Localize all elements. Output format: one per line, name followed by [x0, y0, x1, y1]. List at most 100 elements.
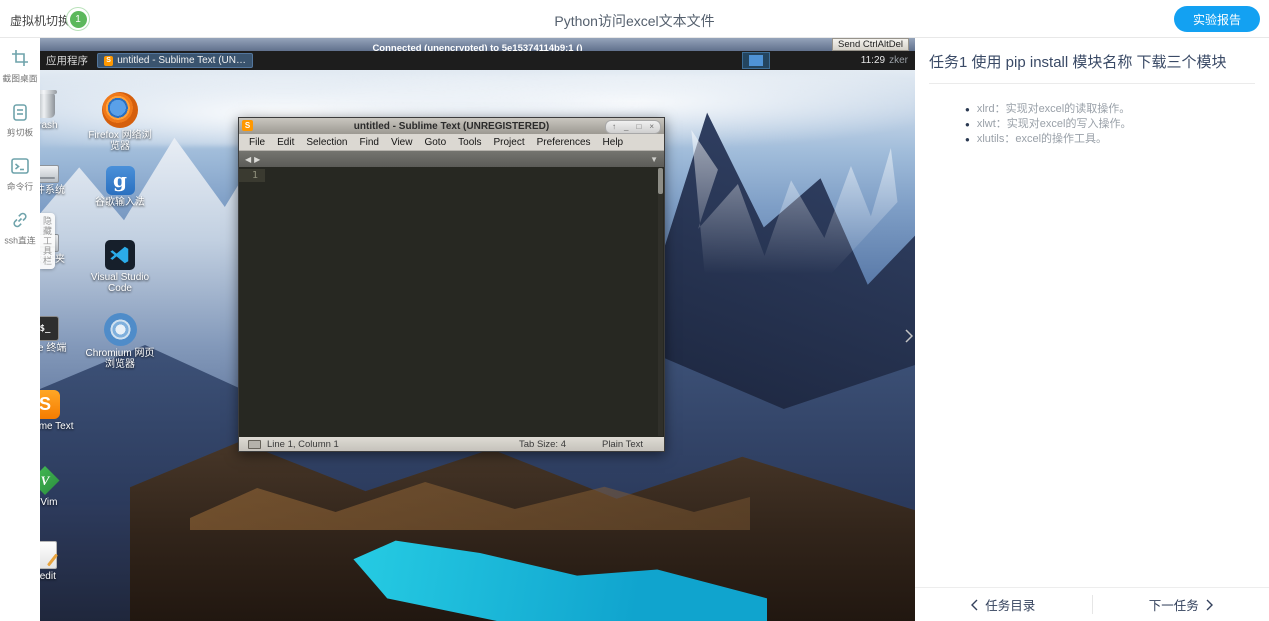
- sublime-window: S untitled - Sublime Text (UNREGISTERED)…: [238, 117, 665, 452]
- sidebar-item-label: ssh直连: [2, 233, 37, 246]
- maximize-button[interactable]: □: [636, 122, 641, 132]
- desktop-icon-label: 谷歌输入法: [85, 197, 155, 208]
- statusbar-icon: [248, 440, 261, 449]
- desktop-icon-trash[interactable]: Trash: [40, 93, 80, 131]
- menu-file[interactable]: File: [243, 137, 271, 148]
- workspace-switcher[interactable]: [742, 52, 770, 69]
- applications-menu[interactable]: 应用程序: [41, 53, 93, 68]
- desktop-icon-label: Firefox 网络浏览器: [85, 130, 155, 152]
- sidebar-item-terminal[interactable]: 命令行: [0, 156, 40, 193]
- hide-toolbar-label: 隐藏工具栏: [41, 216, 54, 266]
- sublime-icon: S: [104, 56, 113, 66]
- menu-preferences[interactable]: Preferences: [531, 137, 597, 148]
- chromium-icon: [104, 313, 137, 346]
- desktop-icon-filesystem[interactable]: 文件系统: [40, 165, 80, 196]
- desktop-icon-xfce-terminal[interactable]: $_ Xfce 终端: [40, 316, 80, 354]
- menu-find[interactable]: Find: [354, 137, 385, 148]
- menu-view[interactable]: View: [385, 137, 419, 148]
- top-header: 虚拟机切换 1 Python访问excel文本文件 实验报告: [0, 0, 1269, 38]
- vnc-viewport: Connected (unencrypted) to 5e15374114b9:…: [40, 38, 915, 621]
- chevron-left-icon: [971, 599, 978, 611]
- sublime-editor[interactable]: 1: [239, 167, 664, 437]
- terminal-app-icon: $_: [40, 316, 59, 341]
- desktop-icon-label: Sublime Text: [40, 421, 80, 432]
- taskbar-window-title: untitled - Sublime Text (UN…: [117, 55, 246, 66]
- sidebar-item-clipboard[interactable]: 剪切板: [0, 102, 40, 139]
- desktop-icon-google-pinyin[interactable]: g 谷歌输入法: [85, 166, 155, 208]
- minimize-button[interactable]: _: [624, 122, 628, 132]
- taskbar-clock: 11:29 zker: [861, 51, 908, 70]
- sidebar-item-label: 剪切板: [2, 125, 37, 138]
- syntax-status[interactable]: Plain Text: [602, 439, 643, 450]
- menu-goto[interactable]: Goto: [418, 137, 452, 148]
- tab-overflow-icon[interactable]: ▼: [650, 155, 658, 164]
- editor-scrollbar[interactable]: [658, 168, 663, 436]
- sublime-statusbar: Line 1, Column 1 Tab Size: 4 Plain Text: [239, 437, 664, 451]
- desktop-icon-gedit[interactable]: gedit: [40, 541, 80, 582]
- desktop-area[interactable]: Trash 文件系统 主文件夹 $_ Xfce 终端 S Sublime Tex…: [40, 70, 915, 621]
- hide-toolbar-tab[interactable]: 隐藏工具栏: [40, 213, 55, 269]
- gedit-icon: [40, 541, 57, 569]
- desktop-taskbar: 应用程序 S untitled - Sublime Text (UN… 11:2…: [40, 51, 915, 70]
- menu-selection[interactable]: Selection: [300, 137, 353, 148]
- task-item-text: xlwt：实现对excel的写入操作。: [977, 117, 1132, 132]
- desktop-icon-label: Trash: [40, 120, 80, 131]
- sublime-icon: S: [40, 390, 60, 419]
- desktop-icon-label: GVim: [40, 497, 80, 508]
- cursor-position-status[interactable]: Line 1, Column 1: [267, 439, 339, 450]
- desktop-icon-gvim[interactable]: V GVim: [40, 466, 80, 508]
- menu-tools[interactable]: Tools: [452, 137, 487, 148]
- menu-project[interactable]: Project: [488, 137, 531, 148]
- next-task-label: 下一任务: [1149, 595, 1199, 614]
- tab-scroll-arrows[interactable]: ◀▶: [245, 155, 263, 164]
- desktop-icon-label: Chromium 网页浏览器: [85, 348, 155, 370]
- task-title: 任务1 使用 pip install 模块名称 下载三个模块: [929, 51, 1255, 72]
- task-item-text: xlutils：excel的操作工具。: [977, 132, 1107, 147]
- tab-size-status[interactable]: Tab Size: 4: [519, 439, 566, 450]
- chevron-right-icon: [1206, 599, 1213, 611]
- desktop-icon-chromium[interactable]: Chromium 网页浏览器: [85, 313, 155, 370]
- next-task-link[interactable]: 下一任务: [1093, 588, 1269, 621]
- send-ctrl-alt-del-button[interactable]: Send CtrlAltDel: [832, 38, 909, 51]
- close-button[interactable]: ×: [649, 122, 654, 132]
- sidebar-item-screenshot[interactable]: 截图桌面: [0, 48, 40, 85]
- sidebar-item-label: 截图桌面: [2, 71, 37, 84]
- logged-user: zker: [889, 55, 908, 66]
- crop-icon: [10, 48, 30, 68]
- menu-help[interactable]: Help: [597, 137, 630, 148]
- task-item-text: xlrd：实现对excel的读取操作。: [977, 102, 1130, 117]
- experiment-report-button[interactable]: 实验报告: [1174, 6, 1260, 32]
- trash-icon: [40, 93, 55, 118]
- bullet-icon: ●: [965, 132, 970, 147]
- google-pinyin-icon: g: [106, 166, 135, 195]
- panel-collapse-handle[interactable]: [903, 323, 915, 349]
- menu-edit[interactable]: Edit: [271, 137, 300, 148]
- desktop-icon-sublime[interactable]: S Sublime Text: [40, 390, 80, 432]
- desktop-icon-label: 文件系统: [40, 185, 80, 196]
- sublime-tabstrip: ◀▶ ▼: [239, 151, 664, 167]
- sublime-icon: S: [242, 120, 253, 131]
- window-title: untitled - Sublime Text (UNREGISTERED): [239, 121, 664, 132]
- taskbar-window-sublime[interactable]: S untitled - Sublime Text (UN…: [97, 53, 253, 68]
- wallpaper-foreground-slopes: [130, 430, 915, 621]
- bullet-icon: ●: [965, 102, 970, 117]
- list-item: ● xlrd：实现对excel的读取操作。: [965, 102, 1253, 117]
- terminal-icon: [10, 156, 30, 176]
- desktop-icon-vscode[interactable]: Visual Studio Code: [85, 240, 155, 294]
- sublime-titlebar[interactable]: S untitled - Sublime Text (UNREGISTERED)…: [239, 118, 664, 134]
- sidebar-item-ssh[interactable]: ssh直连: [0, 210, 40, 247]
- sidebar-item-label: 命令行: [2, 179, 37, 192]
- list-item: ● xlwt：实现对excel的写入操作。: [965, 117, 1253, 132]
- desktop-icon-label: Xfce 终端: [40, 343, 80, 354]
- scrollbar-thumb[interactable]: [658, 168, 663, 194]
- sublime-menubar: File Edit Selection Find View Goto Tools…: [239, 134, 664, 151]
- task-catalog-link[interactable]: 任务目录: [915, 588, 1092, 621]
- workspace-icon: [749, 55, 763, 66]
- line-number: 1: [239, 169, 265, 182]
- clipboard-icon: [10, 102, 30, 122]
- firefox-icon: [102, 92, 138, 128]
- shade-button[interactable]: ↑: [612, 122, 616, 132]
- desktop-icon-firefox[interactable]: Firefox 网络浏览器: [85, 92, 155, 152]
- bullet-icon: ●: [965, 117, 970, 132]
- task-catalog-label: 任务目录: [985, 595, 1035, 614]
